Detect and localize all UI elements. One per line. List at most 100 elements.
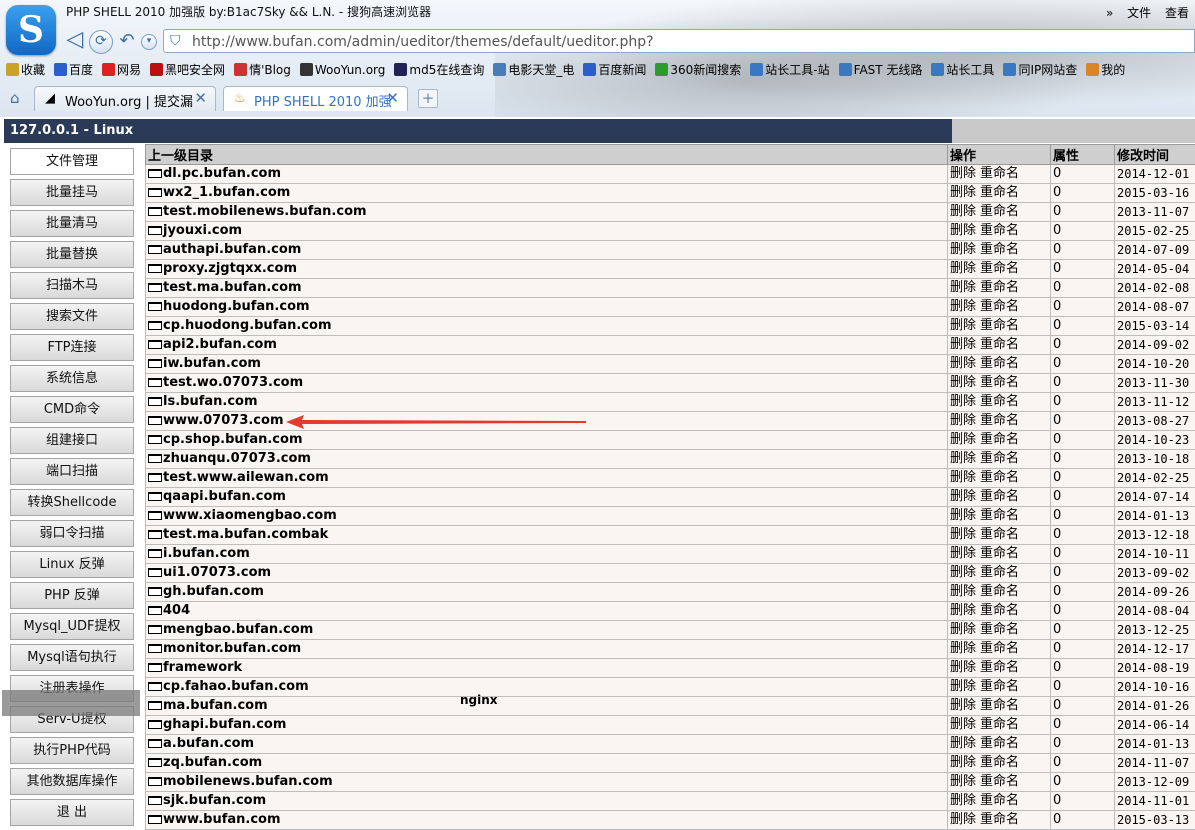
mtime-cell[interactable]: 2013-12-09 bbox=[1115, 773, 1195, 792]
mtime-cell[interactable]: 2014-06-14 bbox=[1115, 716, 1195, 735]
attr-cell[interactable]: 0 bbox=[1051, 659, 1115, 678]
delete-link[interactable]: 删除 bbox=[950, 337, 976, 352]
attr-cell[interactable]: 0 bbox=[1051, 602, 1115, 621]
folder-link[interactable]: cp.shop.bufan.com bbox=[163, 432, 302, 447]
rename-link[interactable]: 重命名 bbox=[980, 166, 1019, 181]
rename-link[interactable]: 重命名 bbox=[980, 318, 1019, 333]
attr-cell[interactable]: 0 bbox=[1051, 450, 1115, 469]
attr-cell[interactable]: 0 bbox=[1051, 260, 1115, 279]
rename-link[interactable]: 重命名 bbox=[980, 546, 1019, 561]
tab-php-shell[interactable]: ♨ PHP SHELL 2010 加强 ✕ bbox=[223, 86, 408, 111]
rename-link[interactable]: 重命名 bbox=[980, 375, 1019, 390]
mtime-cell[interactable]: 2013-08-27 bbox=[1115, 412, 1195, 431]
sidebar-menu-button[interactable]: CMD命令 bbox=[10, 396, 134, 423]
sidebar-menu-button[interactable]: 转换Shellcode bbox=[10, 489, 134, 516]
sidebar-menu-button[interactable]: PHP 反弹 bbox=[10, 582, 134, 609]
folder-link[interactable]: gh.bufan.com bbox=[163, 584, 264, 599]
delete-link[interactable]: 删除 bbox=[950, 413, 976, 428]
bookmark-item[interactable]: md5在线查询 bbox=[394, 61, 484, 78]
attr-cell[interactable]: 0 bbox=[1051, 374, 1115, 393]
mtime-cell[interactable]: 2014-02-25 bbox=[1115, 469, 1195, 488]
folder-link[interactable]: api2.bufan.com bbox=[163, 337, 277, 352]
folder-link[interactable]: ui1.07073.com bbox=[163, 565, 271, 580]
folder-link[interactable]: i.bufan.com bbox=[163, 546, 250, 561]
mtime-cell[interactable]: 2015-02-25 bbox=[1115, 222, 1195, 241]
rename-link[interactable]: 重命名 bbox=[980, 584, 1019, 599]
bookmark-item[interactable]: 同IP网站查 bbox=[1003, 61, 1077, 78]
sidebar-menu-button[interactable]: 文件管理 bbox=[10, 148, 134, 175]
rename-link[interactable]: 重命名 bbox=[980, 413, 1019, 428]
attr-cell[interactable]: 0 bbox=[1051, 203, 1115, 222]
rename-link[interactable]: 重命名 bbox=[980, 603, 1019, 618]
folder-link[interactable]: www.xiaomengbao.com bbox=[163, 508, 337, 523]
delete-link[interactable]: 删除 bbox=[950, 242, 976, 257]
delete-link[interactable]: 删除 bbox=[950, 793, 976, 808]
rename-link[interactable]: 重命名 bbox=[980, 280, 1019, 295]
mtime-cell[interactable]: 2014-07-14 bbox=[1115, 488, 1195, 507]
folder-link[interactable]: cp.huodong.bufan.com bbox=[163, 318, 332, 333]
url-input[interactable] bbox=[190, 32, 1174, 52]
attr-cell[interactable]: 0 bbox=[1051, 469, 1115, 488]
attr-cell[interactable]: 0 bbox=[1051, 621, 1115, 640]
menu-view[interactable]: 查看 bbox=[1165, 6, 1189, 20]
mtime-cell[interactable]: 2015-03-16 bbox=[1115, 184, 1195, 203]
folder-link[interactable]: mobilenews.bufan.com bbox=[163, 774, 333, 789]
bookmark-item[interactable]: 百度 bbox=[54, 61, 93, 78]
delete-link[interactable]: 删除 bbox=[950, 660, 976, 675]
rename-link[interactable]: 重命名 bbox=[980, 508, 1019, 523]
rename-link[interactable]: 重命名 bbox=[980, 223, 1019, 238]
rename-link[interactable]: 重命名 bbox=[980, 489, 1019, 504]
delete-link[interactable]: 删除 bbox=[950, 603, 976, 618]
rename-link[interactable]: 重命名 bbox=[980, 622, 1019, 637]
rename-link[interactable]: 重命名 bbox=[980, 356, 1019, 371]
attr-cell[interactable]: 0 bbox=[1051, 811, 1115, 830]
attr-cell[interactable]: 0 bbox=[1051, 507, 1115, 526]
rename-link[interactable]: 重命名 bbox=[980, 812, 1019, 827]
delete-link[interactable]: 删除 bbox=[950, 736, 976, 751]
rename-link[interactable]: 重命名 bbox=[980, 698, 1019, 713]
attr-cell[interactable]: 0 bbox=[1051, 336, 1115, 355]
folder-link[interactable]: wx2_1.bufan.com bbox=[163, 185, 290, 200]
folder-link[interactable]: test.www.ailewan.com bbox=[163, 470, 329, 485]
mtime-cell[interactable]: 2014-08-19 bbox=[1115, 659, 1195, 678]
delete-link[interactable]: 删除 bbox=[950, 451, 976, 466]
attr-cell[interactable]: 0 bbox=[1051, 355, 1115, 374]
bookmark-item[interactable]: 收藏 bbox=[6, 61, 45, 78]
rename-link[interactable]: 重命名 bbox=[980, 717, 1019, 732]
bookmark-item[interactable]: 电影天堂_电 bbox=[493, 61, 574, 78]
mtime-cell[interactable]: 2013-11-12 bbox=[1115, 393, 1195, 412]
delete-link[interactable]: 删除 bbox=[950, 489, 976, 504]
attr-cell[interactable]: 0 bbox=[1051, 393, 1115, 412]
attr-cell[interactable]: 0 bbox=[1051, 526, 1115, 545]
attr-cell[interactable]: 0 bbox=[1051, 583, 1115, 602]
folder-link[interactable]: ls.bufan.com bbox=[163, 394, 258, 409]
folder-link[interactable]: ma.bufan.com bbox=[163, 698, 268, 713]
sidebar-menu-button[interactable]: 批量挂马 bbox=[10, 179, 134, 206]
attr-cell[interactable]: 0 bbox=[1051, 735, 1115, 754]
mtime-cell[interactable]: 2014-11-01 bbox=[1115, 792, 1195, 811]
folder-link[interactable]: 404 bbox=[163, 603, 190, 618]
parent-directory-link[interactable]: 上一级目录 bbox=[146, 145, 948, 165]
attr-cell[interactable]: 0 bbox=[1051, 773, 1115, 792]
mtime-cell[interactable]: 2014-10-20 bbox=[1115, 355, 1195, 374]
folder-link[interactable]: qaapi.bufan.com bbox=[163, 489, 286, 504]
delete-link[interactable]: 删除 bbox=[950, 812, 976, 827]
bookmark-item[interactable]: 百度新闻 bbox=[583, 61, 646, 78]
sogou-logo-icon[interactable]: S bbox=[6, 5, 56, 55]
rename-link[interactable]: 重命名 bbox=[980, 337, 1019, 352]
address-bar[interactable]: ⛉ bbox=[163, 29, 1195, 53]
sidebar-menu-button[interactable]: 搜索文件 bbox=[10, 303, 134, 330]
rename-link[interactable]: 重命名 bbox=[980, 774, 1019, 789]
attr-cell[interactable]: 0 bbox=[1051, 697, 1115, 716]
delete-link[interactable]: 删除 bbox=[950, 394, 976, 409]
mtime-cell[interactable]: 2014-09-26 bbox=[1115, 583, 1195, 602]
delete-link[interactable]: 删除 bbox=[950, 318, 976, 333]
mtime-cell[interactable]: 2014-08-04 bbox=[1115, 602, 1195, 621]
home-icon[interactable]: ⌂ bbox=[10, 89, 20, 107]
delete-link[interactable]: 删除 bbox=[950, 204, 976, 219]
rename-link[interactable]: 重命名 bbox=[980, 242, 1019, 257]
bookmark-item[interactable]: 站长工具 bbox=[931, 61, 994, 78]
folder-link[interactable]: www.07073.com bbox=[163, 413, 284, 428]
folder-link[interactable]: zq.bufan.com bbox=[163, 755, 262, 770]
attr-cell[interactable]: 0 bbox=[1051, 165, 1115, 184]
